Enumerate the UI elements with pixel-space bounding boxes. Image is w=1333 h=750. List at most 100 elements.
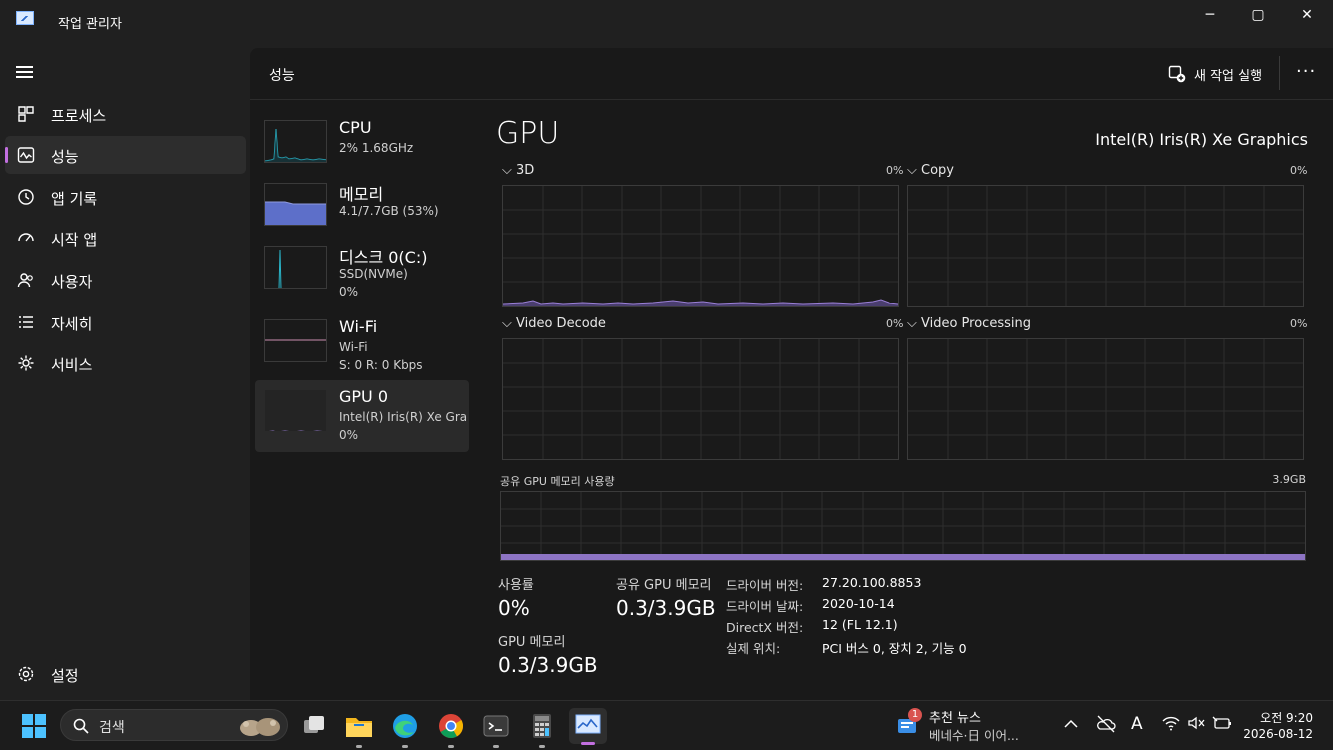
graph-grid bbox=[502, 186, 899, 306]
gpu-memory-label: GPU 메모리 bbox=[498, 635, 566, 650]
taskbar-file-explorer[interactable] bbox=[343, 710, 375, 748]
onedrive-off-icon[interactable] bbox=[1096, 715, 1116, 733]
wifi-thumbnail bbox=[264, 319, 327, 362]
resource-detail: SSD(NVMe) bbox=[339, 267, 408, 281]
resource-usage: 0% bbox=[339, 285, 359, 299]
edge-icon bbox=[393, 714, 417, 738]
task-manager-icon bbox=[16, 11, 34, 25]
driver-version-value: 27.20.100.8853 bbox=[822, 575, 922, 590]
resource-item-memory[interactable]: 메모리 4.1/7.7GB (53%) bbox=[255, 174, 469, 246]
resource-detail: Intel(R) Iris(R) Xe Gra... bbox=[339, 410, 467, 424]
engine-selector-video-decode[interactable]: ⌵ Video Decode bbox=[502, 316, 606, 331]
sidebar-item-services[interactable]: 서비스 bbox=[5, 344, 246, 382]
driver-date-value: 2020-10-14 bbox=[822, 596, 895, 611]
gpu-memory-value: 0.3/3.9GB bbox=[498, 653, 598, 677]
panel-header: 성능 새 작업 실행 ··· bbox=[250, 48, 1333, 100]
users-icon bbox=[17, 273, 33, 288]
ime-indicator[interactable]: A bbox=[1131, 714, 1143, 734]
sidebar-item-label: 앱 기록 bbox=[51, 190, 98, 208]
sidebar-item-label: 사용자 bbox=[51, 273, 93, 291]
resource-usage: 0% bbox=[339, 428, 359, 442]
performance-panel: 성능 새 작업 실행 ··· CPU 2% 1.68GHz 메모리 4.1/7.… bbox=[250, 48, 1333, 700]
minimize-button[interactable]: ─ bbox=[1187, 0, 1233, 32]
engine-selector-3d[interactable]: ⌵ 3D bbox=[502, 163, 534, 178]
details-icon bbox=[19, 316, 33, 328]
sidebar-item-processes[interactable]: 프로세스 bbox=[5, 95, 246, 133]
search-placeholder: 검색 bbox=[99, 720, 125, 736]
sidebar-item-startup-apps[interactable]: 시작 앱 bbox=[5, 219, 246, 257]
shared-memory-max: 3.9GB bbox=[1272, 473, 1306, 486]
services-icon bbox=[18, 355, 34, 371]
taskbar-chrome[interactable] bbox=[435, 710, 467, 748]
resource-detail: 4.1/7.7GB (53%) bbox=[339, 204, 439, 218]
graph-grid bbox=[908, 186, 1303, 306]
resource-item-disk[interactable]: 디스크 0(C:) SSD(NVMe) 0% bbox=[255, 237, 469, 309]
sidebar-item-settings[interactable]: 설정 bbox=[5, 655, 246, 693]
sidebar-item-app-history[interactable]: 앱 기록 bbox=[5, 178, 246, 216]
graph-shared-memory bbox=[500, 491, 1306, 561]
sidebar-item-details[interactable]: 자세히 bbox=[5, 303, 246, 341]
taskbar-edge[interactable] bbox=[389, 710, 421, 748]
engine-selector-video-processing[interactable]: ⌵ Video Processing bbox=[907, 316, 1031, 331]
terminal-icon bbox=[483, 715, 509, 737]
memory-thumbnail bbox=[264, 183, 327, 226]
sidebar-item-label: 설정 bbox=[51, 667, 79, 685]
driver-version-label: 드라이버 버전: bbox=[726, 578, 804, 593]
run-new-task-label: 새 작업 실행 bbox=[1194, 69, 1263, 84]
search-highlight-icon bbox=[240, 718, 280, 736]
resource-item-gpu[interactable]: GPU 0 Intel(R) Iris(R) Xe Gra... 0% bbox=[255, 380, 469, 452]
taskbar-task-manager[interactable] bbox=[569, 708, 607, 745]
hamburger-icon[interactable] bbox=[16, 66, 34, 78]
taskbar-task-view[interactable] bbox=[298, 710, 330, 742]
resource-name: 메모리 bbox=[339, 185, 384, 204]
taskbar-calculator[interactable] bbox=[526, 710, 558, 748]
chevron-down-icon: ⌵ bbox=[502, 316, 516, 331]
graph-video-processing bbox=[907, 338, 1304, 460]
resource-name: Wi-Fi bbox=[339, 317, 378, 336]
taskbar-terminal[interactable] bbox=[480, 710, 512, 748]
history-icon bbox=[18, 189, 34, 205]
resource-item-cpu[interactable]: CPU 2% 1.68GHz bbox=[255, 111, 469, 183]
driver-date-label: 드라이버 날짜: bbox=[726, 599, 804, 614]
resource-name: CPU bbox=[339, 118, 372, 137]
news-widget-icon[interactable]: 1 bbox=[896, 708, 924, 739]
clock-time[interactable]: 오전 9:20 bbox=[1260, 709, 1313, 726]
gpu-thumbnail bbox=[264, 389, 327, 432]
sidebar-item-users[interactable]: 사용자 bbox=[5, 261, 246, 299]
battery-charging-icon[interactable] bbox=[1212, 715, 1232, 731]
news-headline[interactable]: 베네수·日 이어... bbox=[929, 725, 1019, 744]
resource-item-wifi[interactable]: Wi-Fi Wi-Fi S: 0 R: 0 Kbps bbox=[255, 310, 469, 382]
engine-percent: 0% bbox=[1290, 164, 1308, 177]
engine-selector-copy[interactable]: ⌵ Copy bbox=[907, 163, 954, 178]
graph-grid bbox=[908, 339, 1303, 459]
utilization-label: 사용률 bbox=[498, 578, 534, 593]
start-button[interactable] bbox=[18, 710, 50, 742]
resource-usage: S: 0 R: 0 Kbps bbox=[339, 358, 423, 372]
shared-memory-label: 공유 GPU 메모리 사용량 bbox=[500, 475, 615, 488]
maximize-button[interactable]: ▢ bbox=[1235, 0, 1281, 32]
wifi-icon[interactable] bbox=[1162, 715, 1180, 731]
graph-video-decode bbox=[502, 338, 899, 460]
windows-icon bbox=[22, 714, 46, 738]
sidebar: 프로세스 성능 앱 기록 시작 앱 사용자 자세히 서비스 설정 bbox=[0, 44, 250, 700]
task-manager-icon bbox=[575, 714, 601, 734]
volume-muted-icon[interactable] bbox=[1187, 715, 1205, 731]
close-button[interactable]: ✕ bbox=[1284, 0, 1330, 32]
taskbar-search[interactable]: 검색 bbox=[60, 709, 288, 741]
gear-icon bbox=[18, 666, 34, 682]
clock-date[interactable]: 2026-08-12 bbox=[1243, 727, 1313, 741]
chevron-up-icon[interactable] bbox=[1064, 719, 1078, 729]
directx-version-label: DirectX 버전: bbox=[726, 620, 804, 635]
sidebar-item-performance[interactable]: 성능 bbox=[5, 136, 246, 174]
sidebar-item-label: 시작 앱 bbox=[51, 231, 98, 249]
calculator-icon bbox=[533, 714, 551, 738]
window-title: 작업 관리자 bbox=[58, 17, 122, 32]
resource-name: GPU 0 bbox=[339, 387, 389, 406]
sidebar-item-label: 성능 bbox=[51, 148, 79, 166]
chevron-down-icon: ⌵ bbox=[907, 316, 921, 331]
physical-location-label: 실제 위치: bbox=[726, 641, 781, 656]
news-title[interactable]: 추천 뉴스 bbox=[929, 707, 981, 726]
more-options-button[interactable]: ··· bbox=[1296, 61, 1316, 82]
task-view-icon bbox=[304, 716, 324, 733]
resource-name: 디스크 0(C:) bbox=[339, 248, 428, 267]
